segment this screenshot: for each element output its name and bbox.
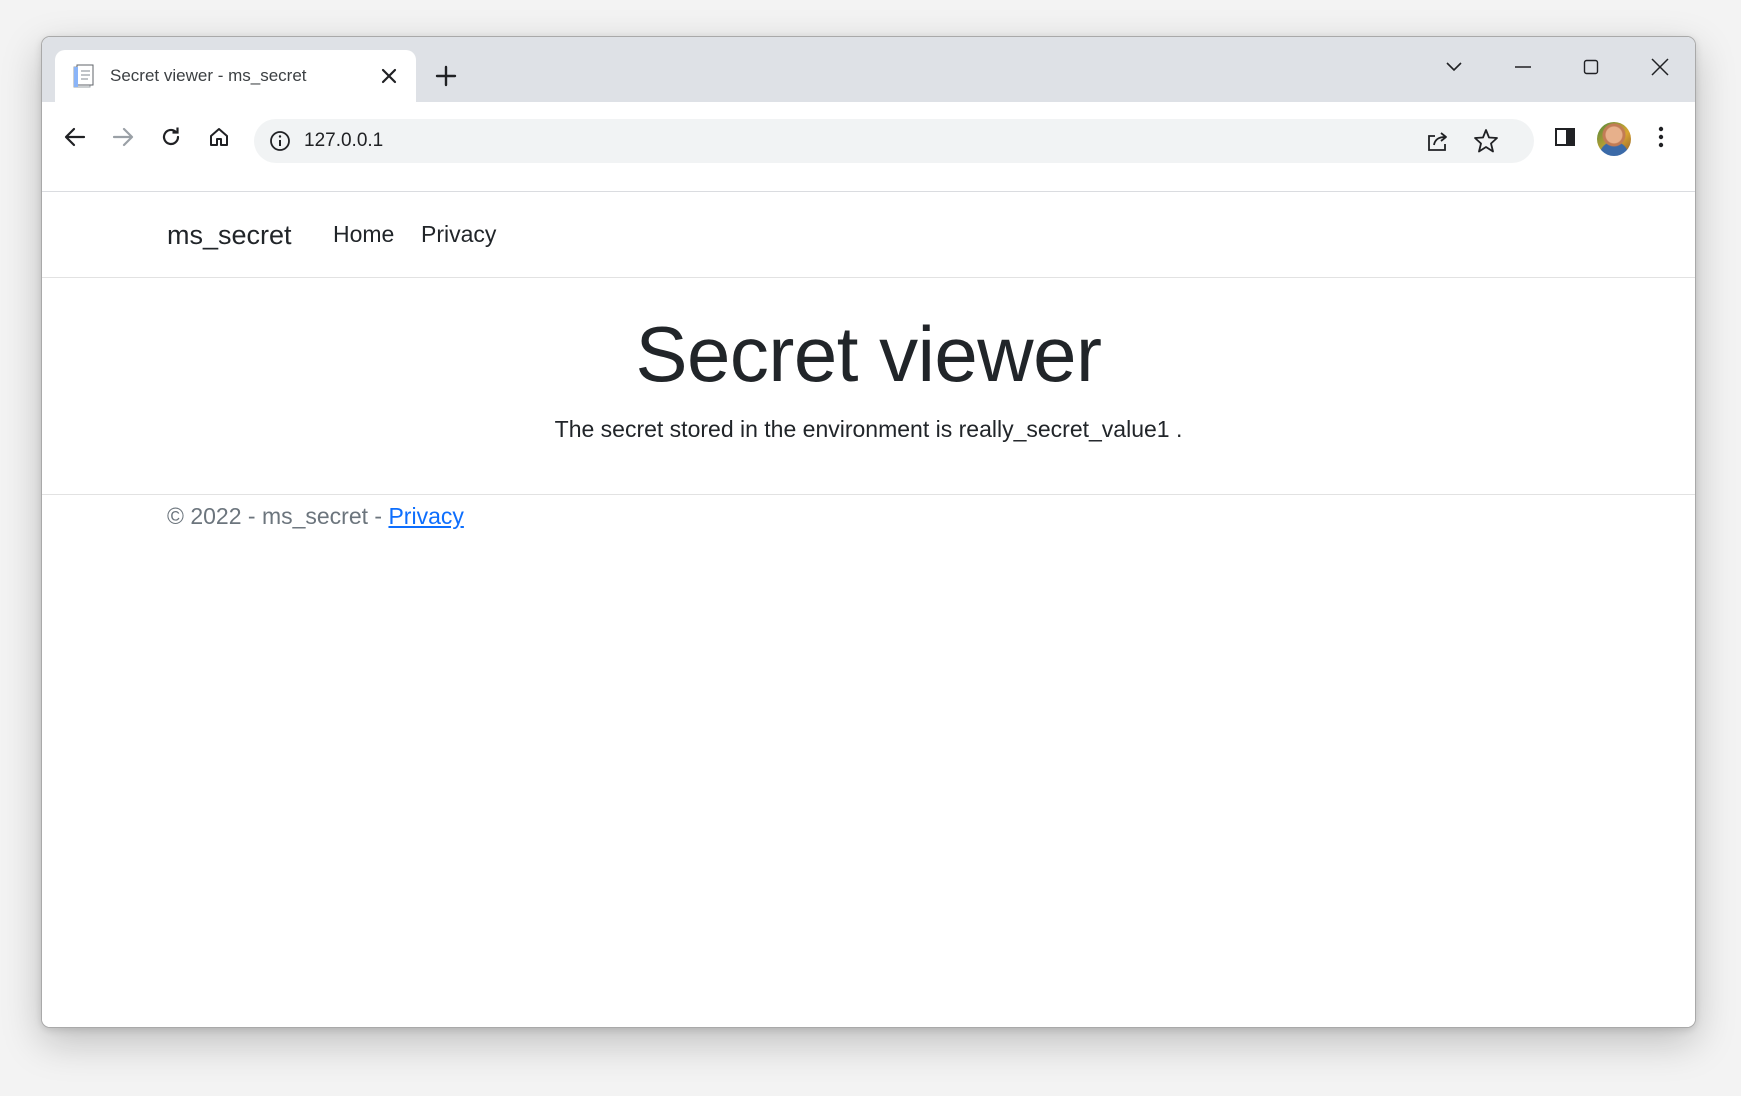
reload-icon[interactable] — [152, 118, 190, 156]
close-window-icon[interactable] — [1635, 45, 1685, 89]
tab-title: Secret viewer - ms_secret — [110, 66, 307, 85]
address-bar[interactable]: 127.0.0.1 — [254, 119, 1534, 163]
maximize-icon[interactable] — [1566, 45, 1616, 89]
site-footer: © 2022 - ms_secret - Privacy — [42, 494, 1695, 544]
share-icon[interactable] — [1424, 127, 1452, 155]
browser-toolbar: 127.0.0.1 — [42, 102, 1695, 192]
url-text[interactable]: 127.0.0.1 — [304, 130, 383, 152]
home-icon[interactable] — [200, 118, 238, 156]
footer-privacy-link[interactable]: Privacy — [388, 503, 463, 529]
secret-text: The secret stored in the environment is … — [554, 416, 1183, 442]
minimize-icon[interactable] — [1498, 45, 1548, 89]
site-navbar: ms_secret Home Privacy — [42, 192, 1695, 278]
nav-link-privacy[interactable]: Privacy — [421, 221, 496, 248]
kebab-menu-icon[interactable] — [1642, 118, 1680, 156]
brand-link[interactable]: ms_secret — [167, 220, 292, 251]
page-title: Secret viewer — [635, 310, 1103, 398]
info-icon[interactable] — [268, 129, 292, 153]
browser-tab[interactable]: Secret viewer - ms_secret — [55, 50, 416, 102]
close-icon[interactable] — [374, 61, 404, 91]
avatar[interactable] — [1597, 122, 1631, 156]
star-icon[interactable] — [1472, 127, 1500, 155]
chevron-down-icon[interactable] — [1429, 45, 1479, 89]
web-page: ms_secret Home Privacy Secret viewer The… — [42, 192, 1695, 1027]
tab-strip: Secret viewer - ms_secret — [42, 37, 1695, 102]
footer-copyright: © 2022 - ms_secret - — [167, 503, 389, 529]
footer-text: © 2022 - ms_secret - Privacy — [167, 503, 464, 530]
nav-link-home[interactable]: Home — [333, 221, 394, 248]
browser-window: Secret viewer - ms_secret 127.0.0.1 ms_s… — [41, 36, 1696, 1028]
plus-icon[interactable] — [427, 57, 465, 95]
document-favicon-icon — [73, 64, 95, 88]
side-panel-icon[interactable] — [1546, 118, 1584, 156]
back-arrow-icon[interactable] — [56, 118, 94, 156]
forward-arrow-icon[interactable] — [104, 118, 142, 156]
